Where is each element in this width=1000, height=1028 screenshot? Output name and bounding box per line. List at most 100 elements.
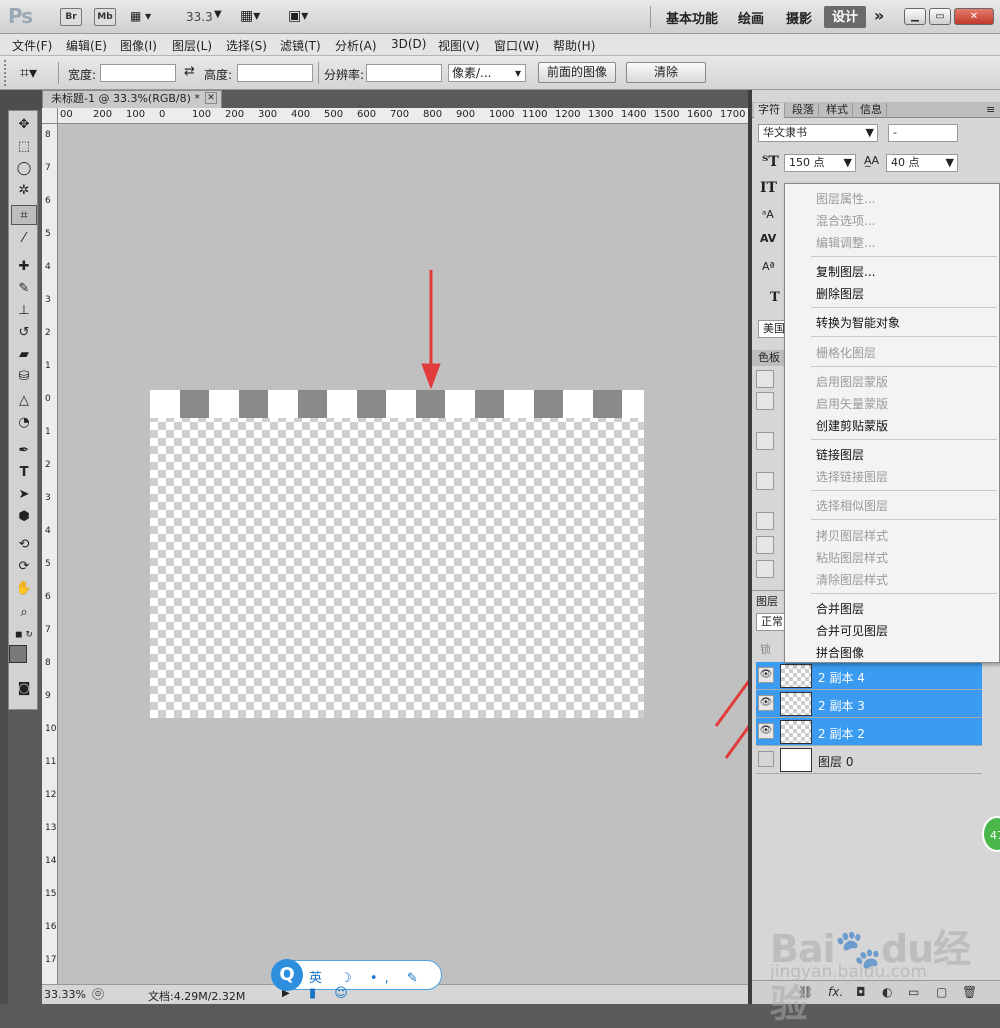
vertical-ruler[interactable]: 8 7 6 5 4 3 2 1 0 1 2 3 4 5 6 7 8 9 10 11 12 13 14 15 16 17 (42, 124, 58, 984)
tab-swatches[interactable]: 色板 (752, 350, 784, 366)
crop-tool-preset-icon[interactable]: ⌗▾ (20, 63, 37, 83)
tab-character[interactable]: 字符 (754, 103, 785, 118)
3d-orbit-tool-icon[interactable]: ⟳ (11, 557, 37, 577)
pen-tool-icon[interactable]: ✒ (11, 441, 37, 461)
menu-help[interactable]: 帮助(H) (553, 37, 595, 54)
menu-edit[interactable]: 编辑(E) (66, 37, 107, 54)
image-canvas[interactable] (150, 390, 644, 718)
menu-item-merge-layers[interactable]: 合并图层 (816, 600, 864, 617)
workspace-painting[interactable]: 绘画 (738, 8, 764, 27)
history-brush-tool-icon[interactable]: ↺ (11, 323, 37, 343)
arrange-documents-icon[interactable]: ▦▾ (240, 8, 260, 24)
menu-item-convert-smart-object[interactable]: 转换为智能对象 (816, 314, 900, 331)
view-extras-dropdown[interactable]: ▦ ▾ (130, 9, 160, 25)
menu-layer[interactable]: 图层(L) (172, 37, 212, 54)
menu-3d[interactable]: 3D(D) (391, 37, 426, 51)
eye-icon[interactable]: 👁 (758, 695, 774, 711)
tab-styles[interactable]: 样式 (822, 103, 853, 118)
faux-bold-icon[interactable]: T (770, 290, 780, 305)
quick-mask-icon[interactable]: ◙ (11, 679, 37, 699)
swatch[interactable] (756, 512, 774, 530)
clone-stamp-tool-icon[interactable]: ⊥ (11, 301, 37, 321)
clear-button[interactable]: 清除 (626, 62, 706, 83)
brush-tool-icon[interactable]: ✎ (11, 279, 37, 299)
foreground-color-swatch[interactable] (9, 645, 27, 663)
menu-filter[interactable]: 滤镜(T) (280, 37, 321, 54)
zoom-dropdown-icon[interactable]: ▼ (214, 9, 222, 20)
magic-wand-tool-icon[interactable]: ✲ (11, 181, 37, 201)
ruler-origin[interactable] (42, 108, 58, 124)
layer-name[interactable]: 2 副本 4 (818, 669, 865, 686)
3d-rotate-tool-icon[interactable]: ⟲ (11, 535, 37, 555)
swatch[interactable] (756, 536, 774, 554)
marquee-tool-icon[interactable]: ⬚ (11, 137, 37, 157)
document-tab[interactable]: 未标题-1 @ 33.3%(RGB/8) * ✕ (42, 90, 222, 108)
workspace-design[interactable]: 设计 (824, 6, 866, 28)
healing-brush-tool-icon[interactable]: ✚ (11, 257, 37, 277)
dodge-tool-icon[interactable]: ◔ (11, 413, 37, 433)
swatch[interactable] (756, 560, 774, 578)
menu-item-flatten-image[interactable]: 拼合图像 (816, 644, 864, 661)
layer-name[interactable]: 2 副本 2 (818, 725, 865, 742)
more-workspaces-icon[interactable]: » (874, 6, 884, 25)
close-button[interactable]: ✕ (954, 8, 994, 25)
menu-analysis[interactable]: 分析(A) (335, 37, 377, 54)
blend-mode-select[interactable]: 正常 (756, 613, 786, 631)
blur-tool-icon[interactable]: △ (11, 391, 37, 411)
leading-input[interactable]: 40 点 ▼ (886, 154, 958, 172)
menu-select[interactable]: 选择(S) (226, 37, 267, 54)
tab-layers[interactable]: 图层 (756, 593, 778, 609)
eye-icon[interactable]: 👁 (758, 723, 774, 739)
layer-name[interactable]: 2 副本 3 (818, 697, 865, 714)
tab-info[interactable]: 信息 (856, 103, 887, 118)
menu-file[interactable]: 文件(F) (12, 37, 52, 54)
mini-bridge-button[interactable]: Mb (94, 8, 116, 26)
zoom-tool-icon[interactable]: ⌕ (11, 603, 37, 623)
layer-row[interactable]: · 图层 0 (756, 746, 982, 774)
layer-row[interactable]: 👁 2 副本 4 (756, 662, 982, 690)
default-colors-icon[interactable]: ◼ ↻ (11, 625, 37, 645)
crop-tool-icon[interactable]: ⌗ (11, 205, 37, 225)
panel-menu-icon[interactable]: ≡ (986, 103, 995, 116)
width-input[interactable] (100, 64, 176, 82)
maximize-button[interactable]: ▭ (929, 8, 951, 25)
eye-icon[interactable]: 👁 (758, 667, 774, 683)
move-tool-icon[interactable]: ✥ (11, 115, 37, 135)
menu-item-duplicate-layer[interactable]: 复制图层... (816, 263, 875, 280)
shape-tool-icon[interactable]: ⬢ (11, 507, 37, 527)
resolution-unit-select[interactable]: 像素/... ▾ (448, 64, 526, 82)
type-tool-icon[interactable]: T (11, 463, 37, 483)
workspace-photography[interactable]: 摄影 (786, 8, 812, 27)
menu-window[interactable]: 窗口(W) (494, 37, 539, 54)
swap-icon[interactable]: ⇄ (184, 64, 195, 79)
paint-bucket-tool-icon[interactable]: ⛁ (11, 367, 37, 387)
font-family-select[interactable]: 华文隶书 ▼ (758, 124, 878, 142)
lasso-tool-icon[interactable]: ◯ (11, 159, 37, 179)
height-input[interactable] (237, 64, 313, 82)
menu-item-delete-layer[interactable]: 删除图层 (816, 285, 864, 302)
font-style-select[interactable]: - (888, 124, 958, 142)
ime-toolbar[interactable]: Q 英 ☽ •, ✎ ▮ ☺ (271, 959, 442, 1001)
swatch[interactable] (756, 370, 774, 388)
status-info-icon[interactable]: ⊙ (92, 988, 104, 1000)
ime-options[interactable]: 英 ☽ •, ✎ ▮ ☺ (309, 967, 441, 1001)
swatch[interactable] (756, 472, 774, 490)
eraser-tool-icon[interactable]: ▰ (11, 345, 37, 365)
screen-mode-icon[interactable]: ▣▾ (288, 8, 308, 24)
font-size-input[interactable]: 150 点 ▼ (784, 154, 856, 172)
resolution-input[interactable] (366, 64, 442, 82)
path-selection-tool-icon[interactable]: ➤ (11, 485, 37, 505)
eyedropper-tool-icon[interactable]: ⁄ (11, 229, 37, 249)
layer-row[interactable]: 👁 2 副本 3 (756, 690, 982, 718)
swatch[interactable] (756, 432, 774, 450)
workspace-essentials[interactable]: 基本功能 (666, 8, 718, 27)
menu-item-link-layers[interactable]: 链接图层 (816, 446, 864, 463)
eye-icon[interactable]: · (758, 751, 774, 767)
bridge-button[interactable]: Br (60, 8, 82, 26)
hand-tool-icon[interactable]: ✋ (11, 579, 37, 599)
layer-row[interactable]: 👁 2 副本 2 (756, 718, 982, 746)
menu-image[interactable]: 图像(I) (120, 37, 157, 54)
minimize-button[interactable]: ▁ (904, 8, 926, 25)
ime-logo[interactable]: Q (271, 959, 303, 991)
layer-name[interactable]: 图层 0 (818, 753, 853, 770)
